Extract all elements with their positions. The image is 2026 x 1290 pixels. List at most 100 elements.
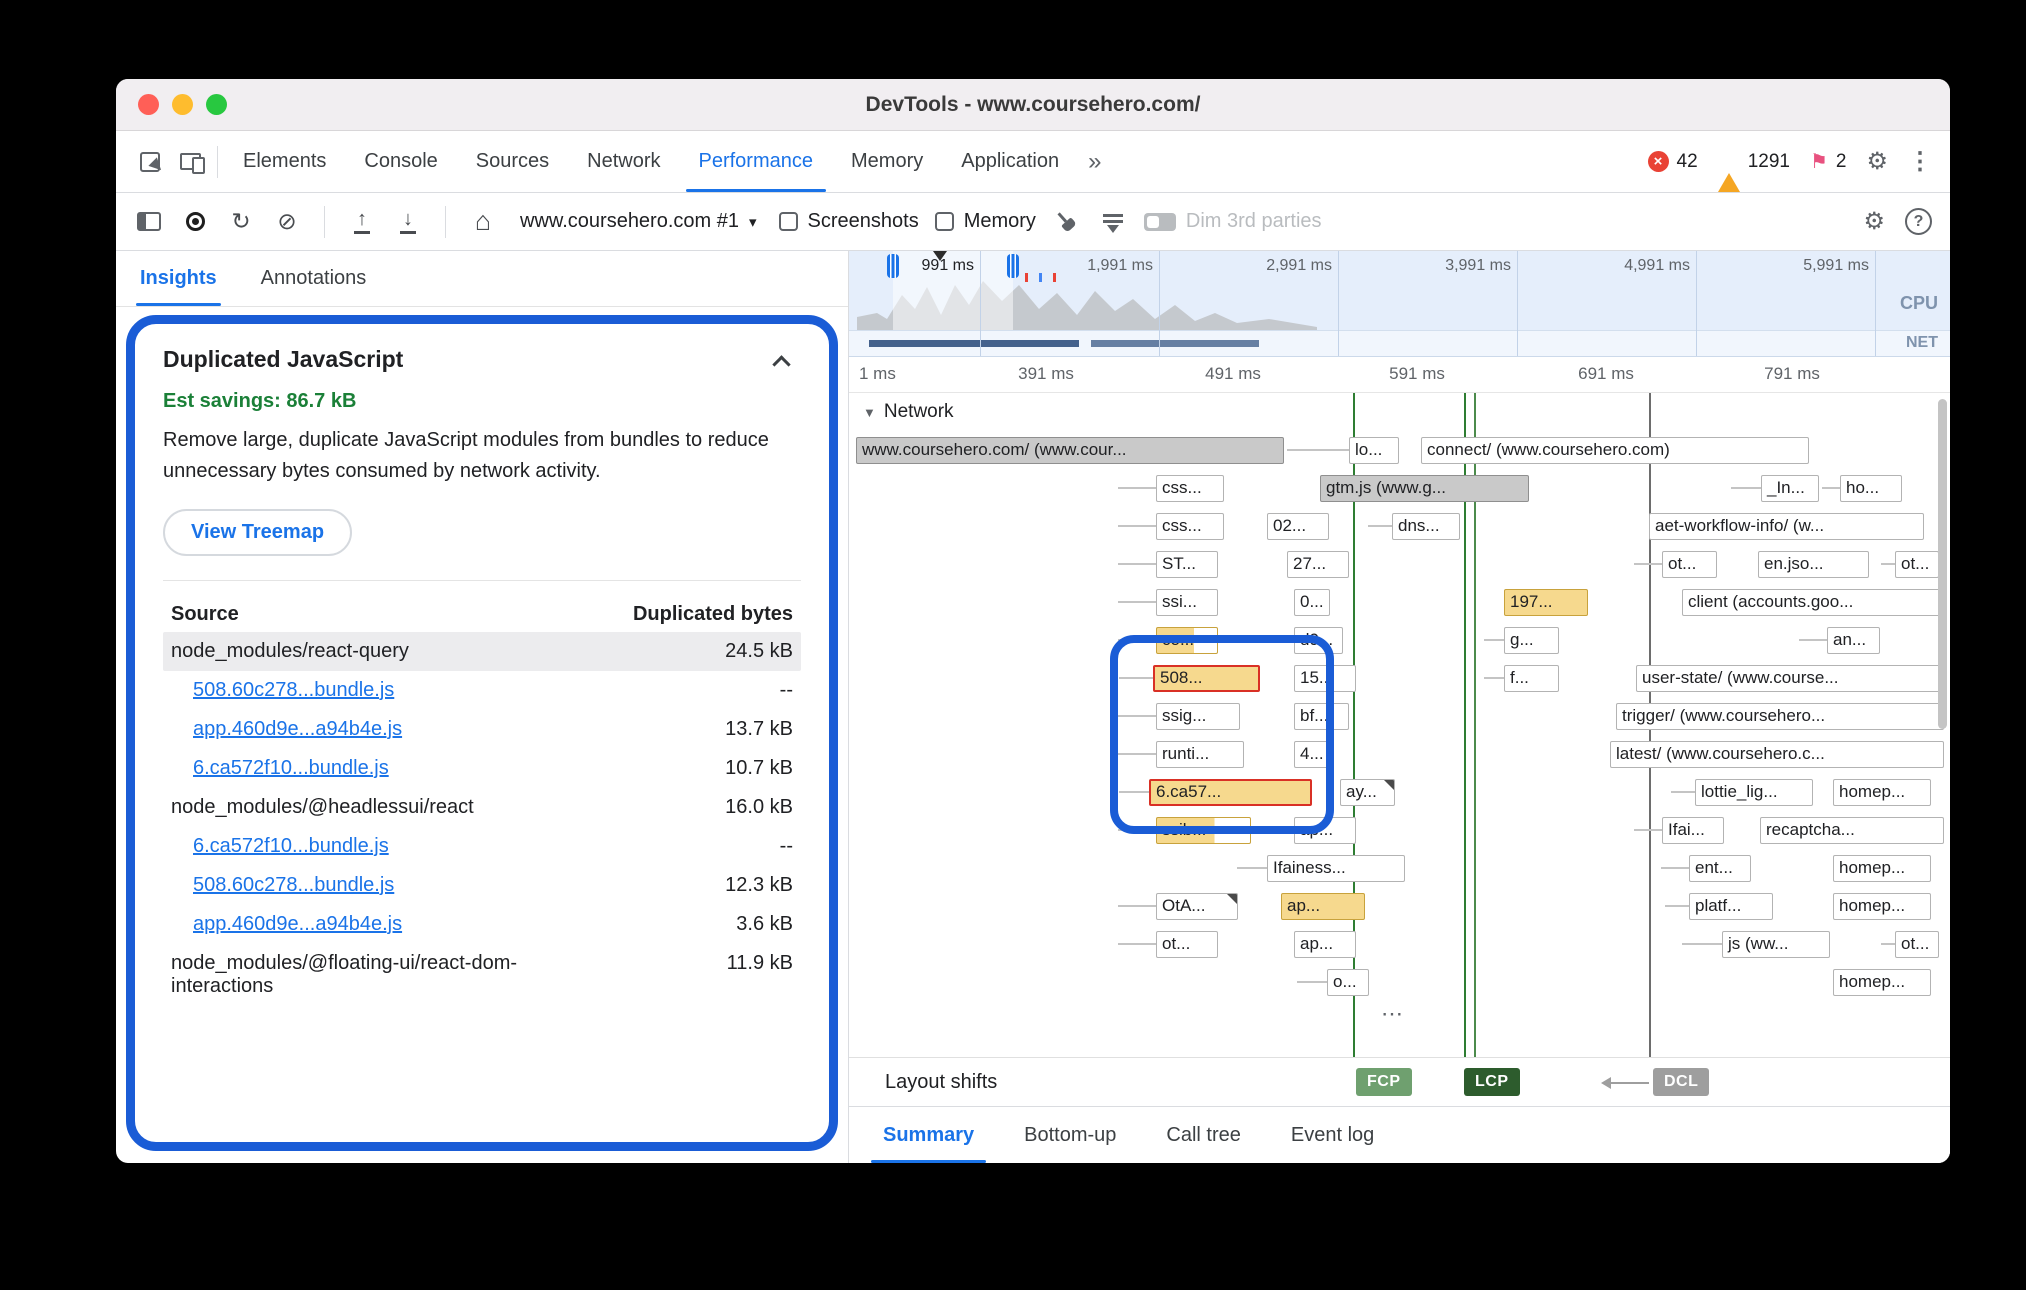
network-request-bar[interactable]: ssi...	[1156, 589, 1218, 616]
more-tabs-icon[interactable]: »	[1078, 131, 1111, 192]
network-request-bar[interactable]: aet-workflow-info/ (w...	[1649, 513, 1924, 540]
toggle-sidebar-icon[interactable]	[137, 212, 161, 231]
error-count[interactable]: × 42	[1648, 151, 1698, 173]
maximize-window-button[interactable]	[206, 94, 227, 115]
network-request-bar[interactable]: 15...	[1294, 665, 1356, 692]
network-request-bar[interactable]: Ifainess...	[1267, 855, 1405, 882]
marker-badge-dcl[interactable]: DCL	[1653, 1068, 1709, 1096]
network-request-bar[interactable]: dns...	[1392, 513, 1460, 540]
network-request-bar[interactable]: co...	[1156, 627, 1218, 654]
network-request-bar[interactable]: 27...	[1287, 551, 1349, 578]
network-request-bar[interactable]: ho...	[1840, 475, 1902, 502]
tab-call-tree[interactable]: Call tree	[1146, 1107, 1260, 1163]
network-request-bar[interactable]: homep...	[1833, 855, 1931, 882]
network-request-bar[interactable]: g...	[1504, 627, 1559, 654]
network-request-bar[interactable]: ent...	[1689, 855, 1751, 882]
network-request-bar[interactable]: www.coursehero.com/ (www.cour...	[856, 437, 1284, 464]
source-file-link[interactable]: 6.ca572f10...bundle.js	[193, 835, 389, 857]
network-request-bar[interactable]: latest/ (www.coursehero.c...	[1610, 741, 1944, 768]
settings-gear-icon[interactable]: ⚙	[1866, 150, 1888, 174]
network-request-bar[interactable]: connect/ (www.coursehero.com)	[1421, 437, 1809, 464]
upload-profile-icon[interactable]: ↑	[354, 209, 370, 234]
download-profile-icon[interactable]: ↓	[400, 209, 416, 234]
network-section-header[interactable]: ▼ Network	[863, 401, 954, 423]
network-request-bar[interactable]: user-state/ (www.course...	[1636, 665, 1944, 692]
tab-event-log[interactable]: Event log	[1271, 1107, 1394, 1163]
network-request-bar[interactable]: runti...	[1156, 741, 1244, 768]
network-request-bar[interactable]: recaptcha...	[1760, 817, 1944, 844]
network-request-bar[interactable]: 197...	[1504, 589, 1588, 616]
warning-count[interactable]: ! 1291	[1718, 151, 1790, 173]
network-request-bar[interactable]: 0...	[1294, 589, 1330, 616]
history-dropdown[interactable]: www.coursehero.com #1 ▾	[514, 210, 763, 233]
network-request-bar[interactable]: ap...	[1294, 817, 1356, 844]
network-request-bar[interactable]: homep...	[1833, 893, 1931, 920]
network-request-bar[interactable]: f...	[1504, 665, 1559, 692]
overflow-dots[interactable]: ⋯	[1381, 1001, 1405, 1027]
tab-application[interactable]: Application	[942, 131, 1078, 192]
network-request-bar[interactable]: 4...	[1294, 741, 1330, 768]
network-request-bar[interactable]: ot...	[1895, 551, 1939, 578]
source-file-link[interactable]: app.460d9e...a94b4e.js	[193, 718, 402, 740]
source-file-link[interactable]: app.460d9e...a94b4e.js	[193, 913, 402, 935]
collapse-insight-button[interactable]	[761, 340, 801, 380]
timeline-minimap[interactable]: CPU NET 991 ms1,991 ms2,991 ms3,991 ms4,…	[849, 251, 1950, 357]
network-request-bar[interactable]: bf...	[1294, 703, 1349, 730]
issues-count[interactable]: ⚑ 2	[1810, 151, 1847, 173]
help-icon[interactable]: ?	[1905, 208, 1932, 235]
network-request-bar[interactable]: css...	[1156, 475, 1224, 502]
network-request-bar[interactable]: o...	[1327, 969, 1369, 996]
marker-badge-fcp[interactable]: FCP	[1356, 1068, 1412, 1096]
network-request-bar[interactable]: OtA...	[1156, 893, 1238, 920]
source-file-link[interactable]: 6.ca572f10...bundle.js	[193, 757, 389, 779]
network-request-bar[interactable]: ot...	[1895, 931, 1939, 958]
network-request-bar[interactable]: en.jso...	[1758, 551, 1869, 578]
source-file-link[interactable]: 508.60c278...bundle.js	[193, 874, 394, 896]
tab-network[interactable]: Network	[568, 131, 679, 192]
memory-checkbox[interactable]: Memory	[935, 210, 1036, 233]
network-request-bar[interactable]: ay...	[1340, 779, 1395, 806]
dim-3rd-parties-toggle[interactable]: Dim 3rd parties	[1144, 210, 1322, 233]
network-request-bar[interactable]: homep...	[1833, 779, 1931, 806]
home-icon[interactable]: ⌂	[468, 207, 498, 237]
screenshots-checkbox[interactable]: Screenshots	[779, 210, 919, 233]
network-request-bar[interactable]: ST...	[1156, 551, 1218, 578]
kebab-menu-icon[interactable]: ⋮	[1908, 150, 1932, 174]
network-request-bar[interactable]: client (accounts.goo...	[1682, 589, 1944, 616]
reload-and-record-icon[interactable]: ↻	[226, 207, 256, 237]
tab-memory[interactable]: Memory	[832, 131, 942, 192]
network-request-bar[interactable]: platf...	[1689, 893, 1773, 920]
network-request-bar[interactable]: d9...	[1294, 627, 1343, 654]
network-request-bar[interactable]: 02...	[1267, 513, 1329, 540]
vertical-scrollbar[interactable]	[1938, 399, 1947, 729]
network-request-bar[interactable]: Ifai...	[1662, 817, 1724, 844]
tab-performance[interactable]: Performance	[680, 131, 833, 192]
network-request-bar[interactable]: lottie_lig...	[1695, 779, 1813, 806]
network-request-bar[interactable]: an...	[1827, 627, 1880, 654]
zoom-handle-right[interactable]	[1007, 254, 1019, 278]
network-request-bar[interactable]: ssig...	[1156, 703, 1240, 730]
tab-summary[interactable]: Summary	[863, 1107, 994, 1163]
tab-elements[interactable]: Elements	[224, 131, 345, 192]
tab-bottom-up[interactable]: Bottom-up	[1004, 1107, 1136, 1163]
tab-insights[interactable]: Insights	[140, 251, 217, 306]
close-window-button[interactable]	[138, 94, 159, 115]
network-request-bar[interactable]: ap...	[1281, 893, 1365, 920]
tab-console[interactable]: Console	[345, 131, 456, 192]
network-request-bar[interactable]: js (ww...	[1722, 931, 1830, 958]
network-request-bar[interactable]: 508...	[1153, 665, 1260, 692]
network-request-bar[interactable]: css...	[1156, 513, 1224, 540]
throttling-icon[interactable]	[1101, 210, 1125, 234]
view-treemap-button[interactable]: View Treemap	[163, 509, 352, 556]
minimize-window-button[interactable]	[172, 94, 193, 115]
network-request-bar[interactable]: ssib...	[1156, 817, 1251, 844]
gc-broom-icon[interactable]	[1050, 205, 1084, 239]
device-toolbar-icon[interactable]	[180, 153, 201, 170]
network-request-bar[interactable]: ot...	[1662, 551, 1717, 578]
record-icon[interactable]	[186, 212, 205, 231]
network-request-bar[interactable]: gtm.js (www.g...	[1320, 475, 1529, 502]
network-request-bar[interactable]: homep...	[1833, 969, 1931, 996]
tab-sources[interactable]: Sources	[457, 131, 568, 192]
capture-settings-gear-icon[interactable]: ⚙	[1863, 210, 1885, 234]
tab-annotations[interactable]: Annotations	[261, 251, 367, 306]
